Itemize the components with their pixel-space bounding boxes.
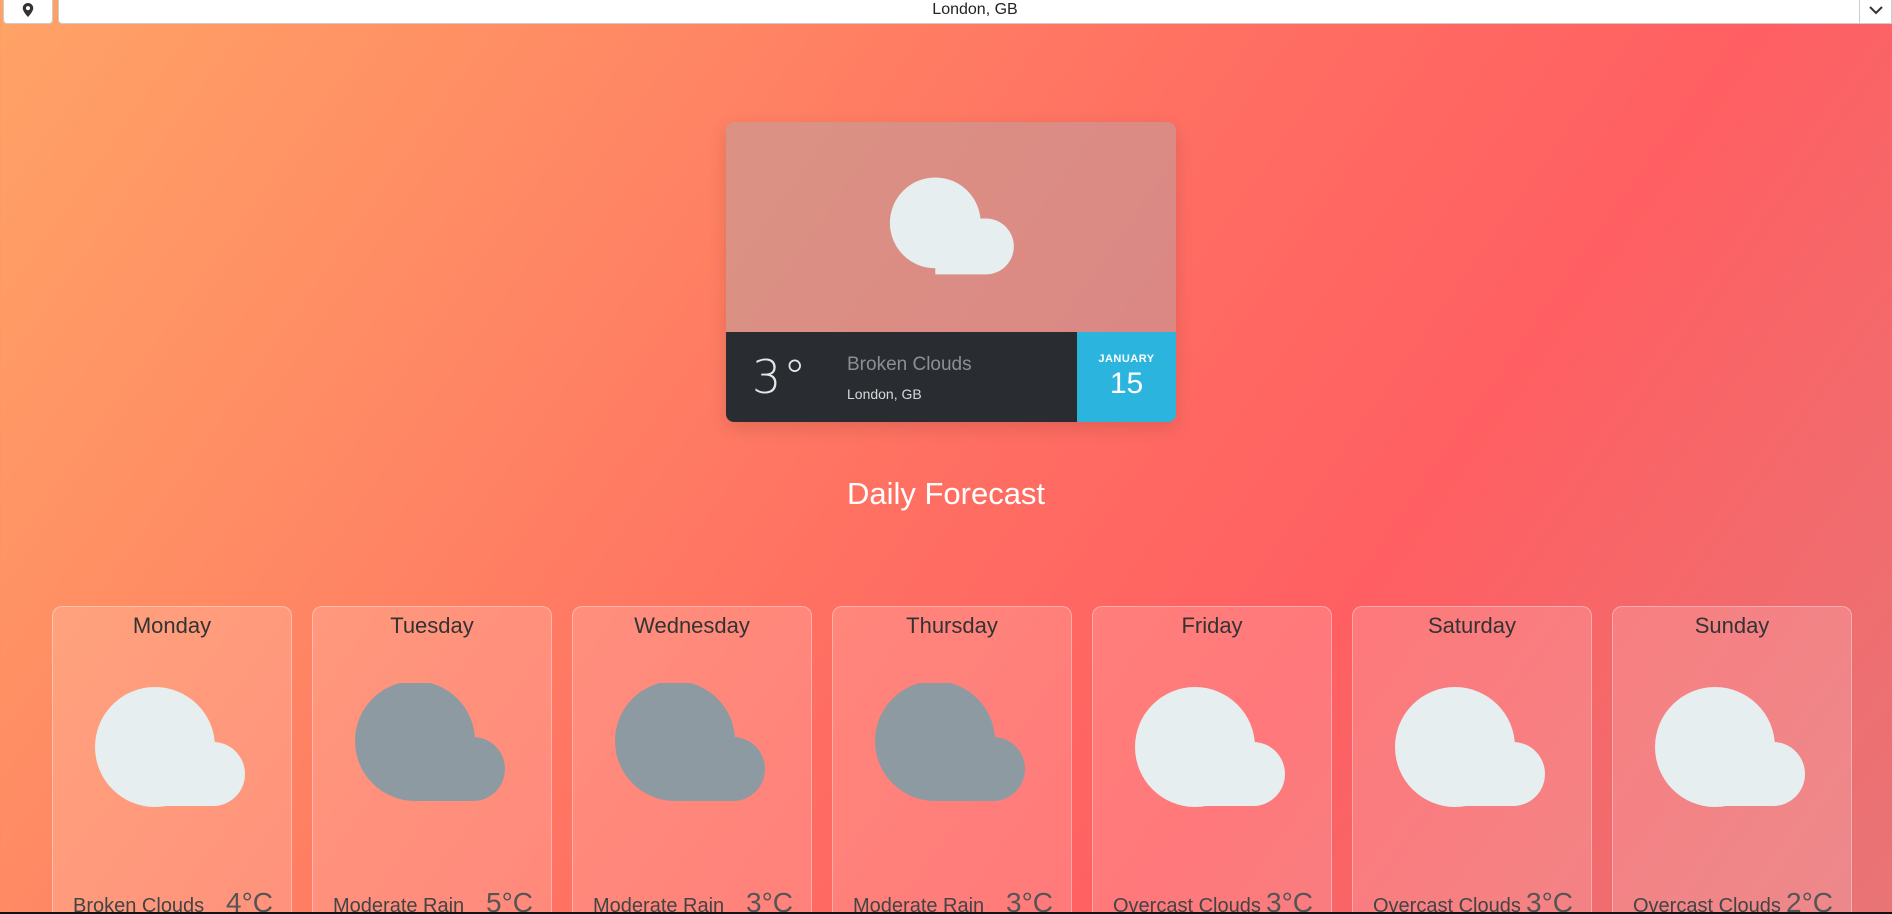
- date-month: JANUARY: [1098, 353, 1155, 365]
- forecast-card-saturday[interactable]: Saturday Overcast Clouds 3°C: [1352, 606, 1592, 914]
- forecast-card-wednesday[interactable]: Wednesday Moderate Rain 3°C: [572, 606, 812, 914]
- cloud-light-icon: [1655, 687, 1805, 807]
- cloud-light-icon: [1135, 687, 1285, 807]
- forecast-card-tuesday[interactable]: Tuesday Moderate Rain 5°C: [312, 606, 552, 914]
- forecast-day-name: Saturday: [1427, 613, 1517, 638]
- current-weather-details: 3° Broken Clouds London, GB JANUARY 15: [726, 332, 1176, 422]
- locate-button[interactable]: [3, 0, 53, 24]
- date-day: 15: [1109, 367, 1144, 400]
- forecast-card-thursday[interactable]: Thursday Moderate Rain 3°C: [832, 606, 1072, 914]
- location-select-toggle[interactable]: [1859, 0, 1891, 23]
- cloud-icon: [889, 177, 1014, 275]
- map-pin-icon: [22, 3, 34, 17]
- forecast-temperature: 3°C: [1266, 887, 1313, 914]
- forecast-card-sunday[interactable]: Sunday Overcast Clouds 2°C: [1612, 606, 1852, 914]
- current-weather-info: 3° Broken Clouds London, GB: [726, 332, 1077, 422]
- current-description: Broken Clouds: [847, 354, 972, 375]
- current-temperature: 3°: [752, 350, 809, 404]
- cloud-dark-icon: [875, 683, 1025, 801]
- forecast-day-name: Thursday: [906, 613, 998, 638]
- current-city: London, GB: [847, 386, 922, 402]
- forecast-day-name: Monday: [132, 613, 212, 638]
- forecast-card-monday[interactable]: Monday Broken Clouds 4°C: [52, 606, 292, 914]
- chevron-down-icon: [1868, 6, 1883, 15]
- forecast-temperature: 3°C: [746, 887, 793, 914]
- current-weather-card: 3° Broken Clouds London, GB JANUARY 15: [726, 122, 1176, 422]
- current-weather-icon-area: [726, 122, 1176, 332]
- current-date-badge: JANUARY 15: [1077, 332, 1176, 422]
- location-select-value: London, GB: [932, 1, 1018, 18]
- location-select[interactable]: London, GB: [58, 0, 1892, 24]
- forecast-temperature: 4°C: [226, 887, 273, 914]
- forecast-day-name: Wednesday: [634, 613, 750, 638]
- daily-forecast-title: Daily Forecast: [846, 476, 1046, 511]
- forecast-temperature: 3°C: [1006, 887, 1053, 914]
- forecast-temperature: 5°C: [486, 887, 533, 914]
- forecast-day-name: Friday: [1181, 613, 1243, 638]
- forecast-day-name: Sunday: [1694, 613, 1770, 638]
- cloud-light-icon: [1395, 687, 1545, 807]
- cloud-dark-icon: [615, 683, 765, 801]
- location-bar: London, GB: [0, 0, 1892, 26]
- forecast-day-name: Tuesday: [390, 613, 474, 638]
- forecast-temperature: 3°C: [1526, 887, 1573, 914]
- forecast-card-friday[interactable]: Friday Overcast Clouds 3°C: [1092, 606, 1332, 914]
- cloud-dark-icon: [355, 683, 505, 801]
- forecast-temperature: 2°C: [1786, 887, 1833, 914]
- cloud-light-icon: [95, 687, 245, 807]
